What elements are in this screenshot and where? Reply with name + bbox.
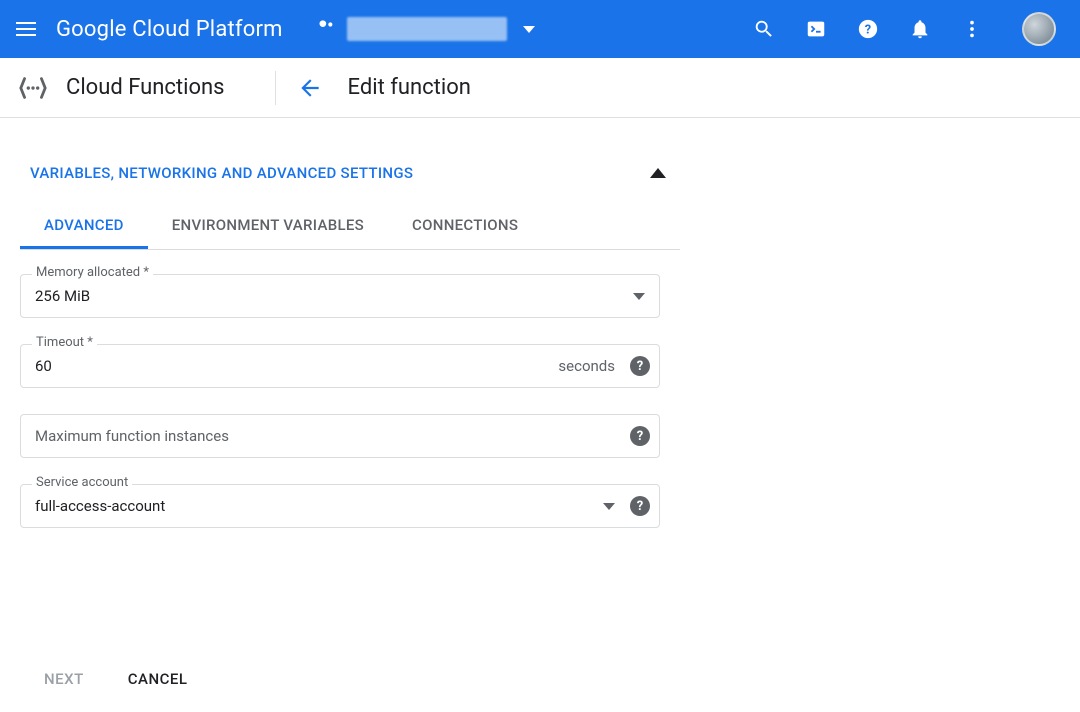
- cancel-button[interactable]: CANCEL: [124, 662, 192, 696]
- help-icon[interactable]: ?: [856, 17, 880, 41]
- memory-value: 256 MiB: [35, 287, 633, 305]
- help-icon[interactable]: ?: [630, 426, 650, 446]
- service-account-value: full-access-account: [35, 497, 603, 515]
- search-icon[interactable]: [752, 17, 776, 41]
- next-button[interactable]: NEXT: [40, 662, 88, 696]
- menu-icon[interactable]: [16, 17, 40, 41]
- topbar-actions: ?: [752, 12, 1056, 46]
- tab-connections[interactable]: CONNECTIONS: [388, 204, 542, 249]
- help-icon[interactable]: ?: [630, 496, 650, 516]
- tabs: ADVANCED ENVIRONMENT VARIABLES CONNECTIO…: [20, 204, 680, 250]
- brand-label: Google Cloud Platform: [56, 17, 283, 42]
- accordion-toggle[interactable]: VARIABLES, NETWORKING AND ADVANCED SETTI…: [20, 148, 680, 196]
- memory-field[interactable]: Memory allocated * 256 MiB: [20, 274, 660, 318]
- project-selector[interactable]: [307, 13, 545, 45]
- chevron-down-icon: [523, 26, 535, 33]
- timeout-field[interactable]: Timeout * 60 seconds ?: [20, 344, 660, 388]
- chevron-down-icon: [603, 503, 615, 510]
- tab-env-vars[interactable]: ENVIRONMENT VARIABLES: [148, 204, 388, 249]
- cloud-functions-icon: [18, 73, 48, 103]
- chevron-up-icon: [650, 168, 666, 178]
- top-bar: Google Cloud Platform ?: [0, 0, 1080, 58]
- service-name: Cloud Functions: [66, 75, 225, 100]
- service-account-field[interactable]: Service account full-access-account ?: [20, 484, 660, 528]
- timeout-label: Timeout *: [32, 335, 97, 350]
- advanced-form: Memory allocated * 256 MiB Timeout * 60 …: [20, 250, 680, 528]
- timeout-suffix: seconds: [558, 357, 615, 375]
- avatar[interactable]: [1022, 12, 1056, 46]
- project-icon: [317, 17, 337, 41]
- tab-advanced[interactable]: ADVANCED: [20, 204, 148, 249]
- timeout-value: 60: [35, 357, 550, 375]
- project-name: [347, 17, 507, 41]
- service-account-label: Service account: [32, 475, 132, 490]
- main-form: VARIABLES, NETWORKING AND ADVANCED SETTI…: [0, 118, 700, 528]
- cloud-shell-icon[interactable]: [804, 17, 828, 41]
- memory-label: Memory allocated *: [32, 265, 153, 280]
- chevron-down-icon: [633, 293, 645, 300]
- back-button[interactable]: [296, 74, 324, 102]
- page-header: Cloud Functions Edit function: [0, 58, 1080, 118]
- more-icon[interactable]: [960, 17, 984, 41]
- svg-text:?: ?: [865, 23, 871, 38]
- max-instances-placeholder: Maximum function instances: [35, 427, 615, 445]
- accordion-title: VARIABLES, NETWORKING AND ADVANCED SETTI…: [30, 164, 413, 182]
- page-title: Edit function: [348, 75, 471, 100]
- help-icon[interactable]: ?: [630, 356, 650, 376]
- max-instances-field[interactable]: Maximum function instances ?: [20, 414, 660, 458]
- separator: [275, 71, 276, 105]
- footer-actions: NEXT CANCEL: [0, 662, 191, 696]
- notifications-icon[interactable]: [908, 17, 932, 41]
